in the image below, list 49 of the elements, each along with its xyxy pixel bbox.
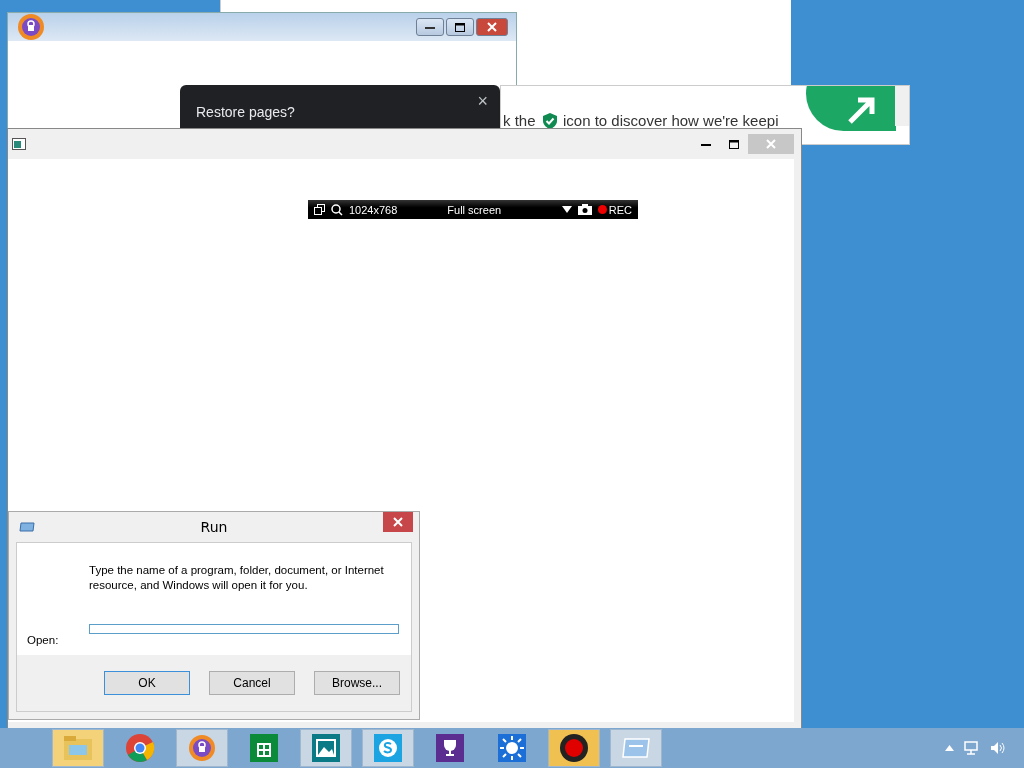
banner-text: k the	[503, 112, 536, 129]
shield-check-icon	[543, 113, 557, 129]
close-icon	[766, 139, 776, 149]
record-dot-icon	[597, 205, 607, 214]
taskbar-button[interactable]	[176, 729, 228, 767]
instruction-text: Type the name of a program, folder, document, or Internet resource, and Windows will open it for you.	[89, 563, 385, 593]
banner-text: icon to discover how we're keepi	[563, 112, 779, 129]
trophy-icon	[436, 734, 464, 762]
dropdown-caret-icon[interactable]	[561, 206, 572, 213]
speaker-icon[interactable]	[990, 741, 1006, 755]
taskbar-button[interactable]	[300, 729, 352, 767]
picture-icon	[312, 734, 340, 762]
skype-icon	[374, 734, 402, 762]
open-input-field[interactable]	[89, 624, 399, 634]
close-button[interactable]	[383, 512, 413, 532]
minimize-icon	[701, 142, 711, 146]
dialog-title: Run	[199, 519, 229, 535]
minimize-button[interactable]	[416, 18, 444, 36]
rec-button[interactable]: REC	[597, 203, 632, 216]
dialog-button[interactable]: Cancel	[209, 671, 295, 695]
windows-icon[interactable]	[314, 204, 325, 215]
popup-title: Restore pages?	[196, 104, 295, 120]
minimize-icon	[425, 25, 435, 29]
mode-label[interactable]: Full screen	[447, 203, 502, 216]
lock-circle-icon	[187, 733, 217, 763]
resolution-label: 1024x768	[349, 203, 398, 216]
open-label: Open:	[27, 633, 60, 646]
camera-icon[interactable]	[577, 204, 592, 215]
taskbar-button[interactable]	[548, 729, 600, 767]
dialog-button[interactable]: Browse...	[314, 671, 400, 695]
sun-icon	[498, 734, 526, 762]
chevron-up-icon[interactable]	[945, 745, 954, 751]
scrollbar[interactable]	[895, 86, 909, 126]
chrome-icon	[125, 733, 155, 763]
app-icon	[12, 138, 26, 150]
search-icon[interactable]	[331, 203, 343, 216]
maximize-icon	[729, 139, 739, 149]
close-icon	[393, 517, 403, 527]
close-icon	[487, 22, 497, 32]
store-bag-icon	[250, 734, 278, 762]
run-window-icon	[621, 737, 651, 759]
maximize-icon	[455, 22, 465, 32]
run-icon	[19, 522, 35, 532]
close-button[interactable]	[476, 18, 508, 36]
maximize-button[interactable]	[446, 18, 474, 36]
dialog-button[interactable]: OK	[104, 671, 190, 695]
close-button[interactable]: ×	[471, 90, 494, 113]
record-icon	[559, 733, 589, 763]
folder-icon	[63, 735, 93, 761]
